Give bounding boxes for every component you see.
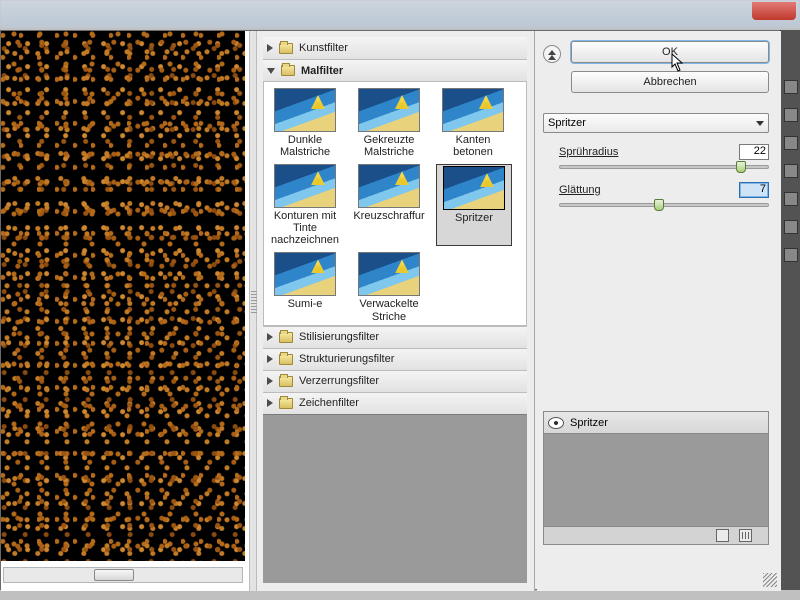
category-label: Strukturierungsfilter <box>299 353 394 365</box>
chevron-down-icon <box>756 121 764 126</box>
folder-icon <box>281 65 295 76</box>
collapse-button[interactable] <box>543 45 561 63</box>
app-shell: Kunstfilter Malfilter Dunkle Malstriche … <box>0 0 800 600</box>
filter-select-value: Spritzer <box>548 117 586 129</box>
category-label: Kunstfilter <box>299 42 348 54</box>
trash-icon[interactable] <box>739 529 752 542</box>
thumb-image <box>358 164 420 208</box>
panel-icon[interactable] <box>784 136 798 150</box>
filter-tree-pane: Kunstfilter Malfilter Dunkle Malstriche … <box>257 31 535 591</box>
thumb-label: Kreuzschraffur <box>353 210 424 232</box>
filter-thumb-verwackelte-striche[interactable]: Verwackelte Striche <box>352 252 426 322</box>
preview-h-scrollbar[interactable] <box>3 567 243 583</box>
category-label: Zeichenfilter <box>299 397 359 409</box>
ok-label: OK <box>662 46 678 58</box>
panel-icon[interactable] <box>784 248 798 262</box>
thumb-image <box>442 88 504 132</box>
thumb-label: Dunkle Malstriche <box>268 134 342 158</box>
filter-gallery-dialog: Kunstfilter Malfilter Dunkle Malstriche … <box>0 30 780 590</box>
panel-icon[interactable] <box>784 108 798 122</box>
thumb-label: Gekreuzte Malstriche <box>352 134 426 158</box>
visibility-eye-icon[interactable] <box>548 417 564 429</box>
ok-button[interactable]: OK <box>571 41 769 63</box>
category-label: Stilisierungsfilter <box>299 331 379 343</box>
disclosure-triangle-icon <box>267 68 275 74</box>
filter-thumb-spritzer[interactable]: Spritzer <box>436 164 512 246</box>
resize-grip-icon[interactable] <box>763 573 777 587</box>
category-kunstfilter[interactable]: Kunstfilter <box>263 37 527 59</box>
category-zeichenfilter[interactable]: Zeichenfilter <box>263 392 527 414</box>
cancel-button[interactable]: Abbrechen <box>571 71 769 93</box>
filter-thumbnails: Dunkle Malstriche Gekreuzte Malstriche K… <box>263 81 527 326</box>
new-effect-layer-icon[interactable] <box>716 529 729 542</box>
slider-thumb[interactable] <box>654 199 664 211</box>
category-strukturierungsfilter[interactable]: Strukturierungsfilter <box>263 348 527 370</box>
disclosure-triangle-icon <box>267 377 273 385</box>
layer-name: Spritzer <box>570 417 608 429</box>
effect-layer-row[interactable]: Spritzer <box>544 412 768 434</box>
thumb-label: Verwackelte Striche <box>352 298 426 322</box>
folder-icon <box>279 354 293 365</box>
param-label: Sprühradius <box>559 146 618 158</box>
folder-icon <box>279 43 293 54</box>
disclosure-triangle-icon <box>267 333 273 341</box>
thumb-image <box>358 88 420 132</box>
thumb-label: Kanten betonen <box>436 134 510 158</box>
panel-icon[interactable] <box>784 80 798 94</box>
preview-canvas[interactable] <box>1 31 245 561</box>
param-smoothness: Glättung 7 <box>559 181 769 207</box>
window-close-button[interactable] <box>752 2 796 20</box>
settings-pane: OK Abbrechen Spritzer Sprühradius 22 <box>537 31 781 591</box>
param-value-input[interactable]: 7 <box>739 182 769 198</box>
cancel-label: Abbrechen <box>643 76 696 88</box>
disclosure-triangle-icon <box>267 399 273 407</box>
category-stilisierungsfilter[interactable]: Stilisierungsfilter <box>263 326 527 348</box>
category-label: Malfilter <box>301 65 343 77</box>
param-value-input[interactable]: 22 <box>739 144 769 160</box>
filter-select[interactable]: Spritzer <box>543 113 769 133</box>
filter-thumb-kanten-betonen[interactable]: Kanten betonen <box>436 88 510 158</box>
window-titlebar <box>0 0 800 28</box>
panel-icon[interactable] <box>784 220 798 234</box>
thumb-image <box>358 252 420 296</box>
panel-icon[interactable] <box>784 192 798 206</box>
scrollbar-thumb[interactable] <box>94 569 134 581</box>
filter-thumb-sumi-e[interactable]: Sumi-e <box>268 252 342 322</box>
disclosure-triangle-icon <box>267 355 273 363</box>
category-label: Verzerrungsfilter <box>299 375 379 387</box>
panel-icon[interactable] <box>784 164 798 178</box>
panel-dock <box>780 30 800 590</box>
slider-track[interactable] <box>559 203 769 207</box>
effect-layers: Spritzer <box>543 411 769 545</box>
param-spray-radius: Sprühradius 22 <box>559 143 769 169</box>
param-label: Glättung <box>559 184 601 196</box>
preview-pane <box>1 31 249 591</box>
slider-track[interactable] <box>559 165 769 169</box>
thumb-label: Spritzer <box>455 212 493 234</box>
thumb-image <box>274 164 336 208</box>
disclosure-triangle-icon <box>267 44 273 52</box>
category-malfilter[interactable]: Malfilter <box>263 59 527 81</box>
thumb-label: Sumi-e <box>288 298 323 320</box>
tree-empty-area <box>263 414 527 583</box>
thumb-image <box>443 166 505 210</box>
filter-thumb-konturen-mit-tinte[interactable]: Konturen mit Tinte nachzeichnen <box>268 164 342 246</box>
thumb-image <box>274 88 336 132</box>
layer-footer <box>544 526 768 544</box>
category-verzerrungsfilter[interactable]: Verzerrungsfilter <box>263 370 527 392</box>
filter-thumb-gekreuzte-malstriche[interactable]: Gekreuzte Malstriche <box>352 88 426 158</box>
folder-icon <box>279 332 293 343</box>
filter-thumb-dunkle-malstriche[interactable]: Dunkle Malstriche <box>268 88 342 158</box>
thumb-label: Konturen mit Tinte nachzeichnen <box>268 210 342 246</box>
folder-icon <box>279 376 293 387</box>
splitter[interactable] <box>249 31 257 591</box>
slider-thumb[interactable] <box>736 161 746 173</box>
thumb-image <box>274 252 336 296</box>
filter-thumb-kreuzschraffur[interactable]: Kreuzschraffur <box>352 164 426 246</box>
folder-icon <box>279 398 293 409</box>
